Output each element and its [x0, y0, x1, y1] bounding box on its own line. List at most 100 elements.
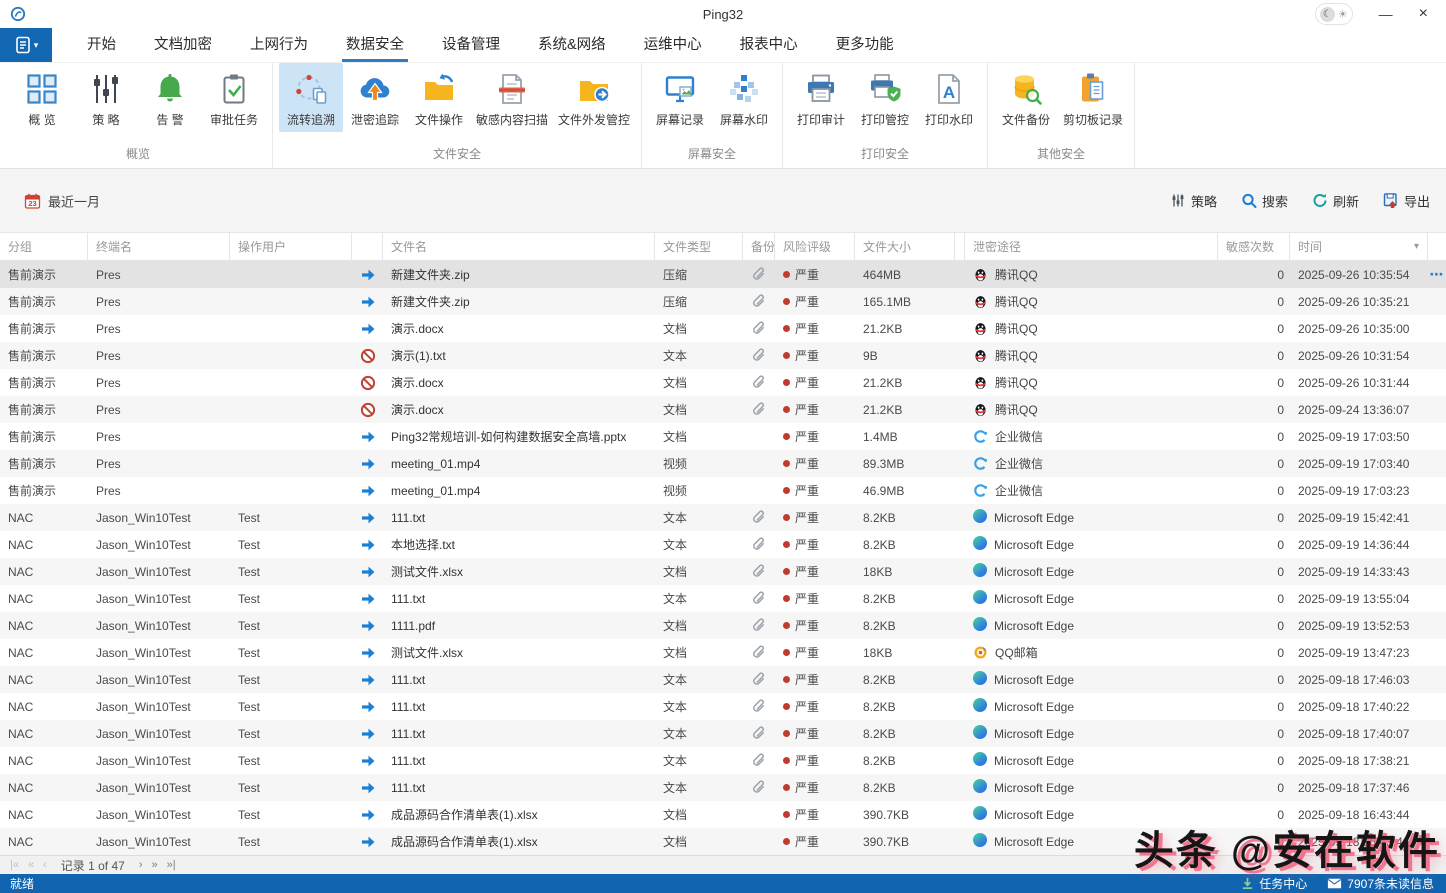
table-row[interactable]: NACJason_Win10TestTest111.txt文本严重8.2KBMi… [0, 666, 1446, 693]
tab-system-network[interactable]: 系统&网络 [534, 28, 610, 62]
ribbon-button-clipboard-doc[interactable]: 剪切板记录 [1058, 63, 1128, 132]
unread-messages-button[interactable]: 7907条未读信息 [1327, 875, 1434, 892]
cell-user [230, 342, 352, 369]
table-row[interactable]: NACJason_Win10TestTest111.txt文本严重8.2KBMi… [0, 693, 1446, 720]
table-row[interactable]: 售前演示Pres演示(1).txt文本严重9B腾讯QQ02025-09-26 1… [0, 342, 1446, 369]
column-header-6[interactable]: 备份 [743, 233, 775, 260]
tab-ops-center[interactable]: 运维中心 [640, 28, 706, 62]
ribbon-button-printer[interactable]: 打印审计 [789, 63, 853, 132]
cell-filesize: 8.2KB [855, 612, 955, 639]
svg-text:23: 23 [28, 199, 36, 208]
table-row[interactable]: NACJason_Win10TestTest111.txt文本严重8.2KBMi… [0, 747, 1446, 774]
table-row[interactable]: 售前演示PresPing32常规培训-如何构建数据安全高墙.pptx文档严重1.… [0, 423, 1446, 450]
table-row[interactable]: 售前演示Presmeeting_01.mp4视频严重89.3MB企业微信0202… [0, 450, 1446, 477]
cell-filetype: 文本 [655, 585, 743, 612]
filter-caret-icon[interactable]: ▾ [1414, 241, 1419, 252]
ribbon-button-doc-a[interactable]: A打印水印 [917, 63, 981, 132]
column-header-12[interactable]: 时间▾ [1290, 233, 1428, 260]
row-menu-icon[interactable]: ⋯ [1430, 266, 1445, 283]
ribbon-button-folder-return[interactable]: 文件操作 [407, 63, 471, 132]
table-row[interactable]: 售前演示Pres演示.docx文档严重21.2KB腾讯QQ02025-09-24… [0, 396, 1446, 423]
column-header-7[interactable]: 风险评级 [775, 233, 855, 260]
route-label: Microsoft Edge [994, 781, 1074, 795]
table-row[interactable]: 售前演示Presmeeting_01.mp4视频严重46.9MB企业微信0202… [0, 477, 1446, 504]
cell-time: 2025-09-19 17:03:50 [1290, 423, 1428, 450]
tab-report-center[interactable]: 报表中心 [736, 28, 802, 62]
next-page-icon[interactable]: › [139, 859, 143, 871]
ribbon-button-bell[interactable]: 告 警 [138, 63, 202, 132]
ribbon-button-printer-shield[interactable]: 打印管控 [853, 63, 917, 132]
cell-risk: 严重 [775, 315, 855, 342]
table-row[interactable]: NACJason_Win10TestTest111.txt文本严重8.2KBMi… [0, 720, 1446, 747]
column-header-2[interactable]: 操作用户 [230, 233, 352, 260]
ribbon-button-grid[interactable]: 概 览 [10, 63, 74, 132]
table-row[interactable]: NACJason_Win10TestTest本地选择.txt文本严重8.2KBM… [0, 531, 1446, 558]
arrow-right-icon [360, 294, 376, 310]
ribbon-button-monitor[interactable]: 屏幕记录 [648, 63, 712, 132]
fast-next-icon[interactable]: » [152, 859, 158, 871]
table-row[interactable]: NACJason_Win10TestTest成品源码合作清单表(1).xlsx文… [0, 828, 1446, 855]
table-row[interactable]: NACJason_Win10TestTest111.txt文本严重8.2KBMi… [0, 585, 1446, 612]
cell-time: 2025-09-18 17:40:07 [1290, 720, 1428, 747]
risk-dot [783, 784, 790, 791]
column-header-0[interactable]: 分组 [0, 233, 88, 260]
tab-doc-encrypt[interactable]: 文档加密 [150, 28, 216, 62]
app-window: Ping32 ☾ ☀ — × ▾ 开始文档加密上网行为数据安全设备管理系统&网络… [0, 0, 1446, 891]
table-row[interactable]: NACJason_Win10TestTest1111.pdf文档严重8.2KBM… [0, 612, 1446, 639]
ribbon-button-folder-forward[interactable]: 文件外发管控 [553, 63, 635, 132]
cell-spacer [955, 315, 965, 342]
close-button[interactable]: × [1419, 5, 1428, 23]
table-row[interactable]: 售前演示Pres新建文件夹.zip压缩严重464MB腾讯QQ02025-09-2… [0, 261, 1446, 288]
minimize-button[interactable]: — [1379, 6, 1393, 22]
column-header-4[interactable]: 文件名 [383, 233, 655, 260]
column-header-11[interactable]: 敏感次数 [1218, 233, 1290, 260]
column-header-5[interactable]: 文件类型 [655, 233, 743, 260]
app-menu-button[interactable]: ▾ [0, 28, 52, 62]
export-button[interactable]: 导出 [1383, 191, 1430, 210]
table-row[interactable]: 售前演示Pres演示.docx文档严重21.2KB腾讯QQ02025-09-26… [0, 315, 1446, 342]
table-row[interactable]: NACJason_Win10TestTest111.txt文本严重8.2KBMi… [0, 504, 1446, 531]
first-page-icon[interactable]: |« [10, 859, 19, 871]
ribbon-button-clipboard-check[interactable]: 审批任务 [202, 63, 266, 132]
route-label: Microsoft Edge [994, 754, 1074, 768]
search-button[interactable]: 搜索 [1241, 191, 1288, 210]
fast-prev-icon[interactable]: « [28, 859, 34, 871]
table-row[interactable]: NACJason_Win10TestTest测试文件.xlsx文档严重18KBQ… [0, 639, 1446, 666]
edge-icon [973, 752, 987, 769]
risk-dot [783, 460, 790, 467]
task-center-button[interactable]: 任务中心 [1241, 875, 1307, 892]
risk-dot [783, 730, 790, 737]
tab-data-security[interactable]: 数据安全 [342, 28, 408, 62]
prev-page-icon[interactable]: ‹ [43, 859, 47, 871]
ribbon-button-db-search[interactable]: 文件备份 [994, 63, 1058, 132]
table-row[interactable]: 售前演示Pres新建文件夹.zip压缩严重165.1MB腾讯QQ02025-09… [0, 288, 1446, 315]
table-row[interactable]: NACJason_Win10TestTest成品源码合作清单表(1).xlsx文… [0, 801, 1446, 828]
risk-label: 严重 [795, 455, 819, 472]
column-header-10[interactable]: 泄密途径 [965, 233, 1218, 260]
ribbon-button-cloud-upload[interactable]: 泄密追踪 [343, 63, 407, 132]
tab-more-features[interactable]: 更多功能 [832, 28, 898, 62]
tab-home[interactable]: 开始 [83, 28, 120, 62]
tab-web-behavior[interactable]: 上网行为 [246, 28, 312, 62]
table-row[interactable]: NACJason_Win10TestTest111.txt文本严重8.2KBMi… [0, 774, 1446, 801]
record-counter: 记录 1 of 47 [61, 857, 125, 874]
sun-icon[interactable]: ☀ [1338, 8, 1348, 21]
cell-filetype: 文档 [655, 612, 743, 639]
date-range-filter[interactable]: 23 最近一月 [24, 191, 100, 210]
ribbon-button-checker[interactable]: 屏幕水印 [712, 63, 776, 132]
table-row[interactable]: NACJason_Win10TestTest测试文件.xlsx文档严重18KBM… [0, 558, 1446, 585]
bell-icon [153, 70, 187, 108]
column-header-1[interactable]: 终端名 [88, 233, 230, 260]
ribbon-button-trace-cycle[interactable]: 流转追溯 [279, 63, 343, 132]
cell-risk: 严重 [775, 666, 855, 693]
tab-device-mgmt[interactable]: 设备管理 [438, 28, 504, 62]
policy-button[interactable]: 策略 [1170, 191, 1217, 210]
column-header-8[interactable]: 文件大小 [855, 233, 955, 260]
table-row[interactable]: 售前演示Pres演示.docx文档严重21.2KB腾讯QQ02025-09-26… [0, 369, 1446, 396]
last-page-icon[interactable]: »| [167, 859, 176, 871]
moon-icon[interactable]: ☾ [1320, 7, 1335, 22]
theme-toggle[interactable]: ☾ ☀ [1315, 3, 1353, 25]
ribbon-button-sliders[interactable]: 策 略 [74, 63, 138, 132]
ribbon-button-doc-scan[interactable]: 敏感内容扫描 [471, 63, 553, 132]
refresh-button[interactable]: 刷新 [1312, 191, 1359, 210]
